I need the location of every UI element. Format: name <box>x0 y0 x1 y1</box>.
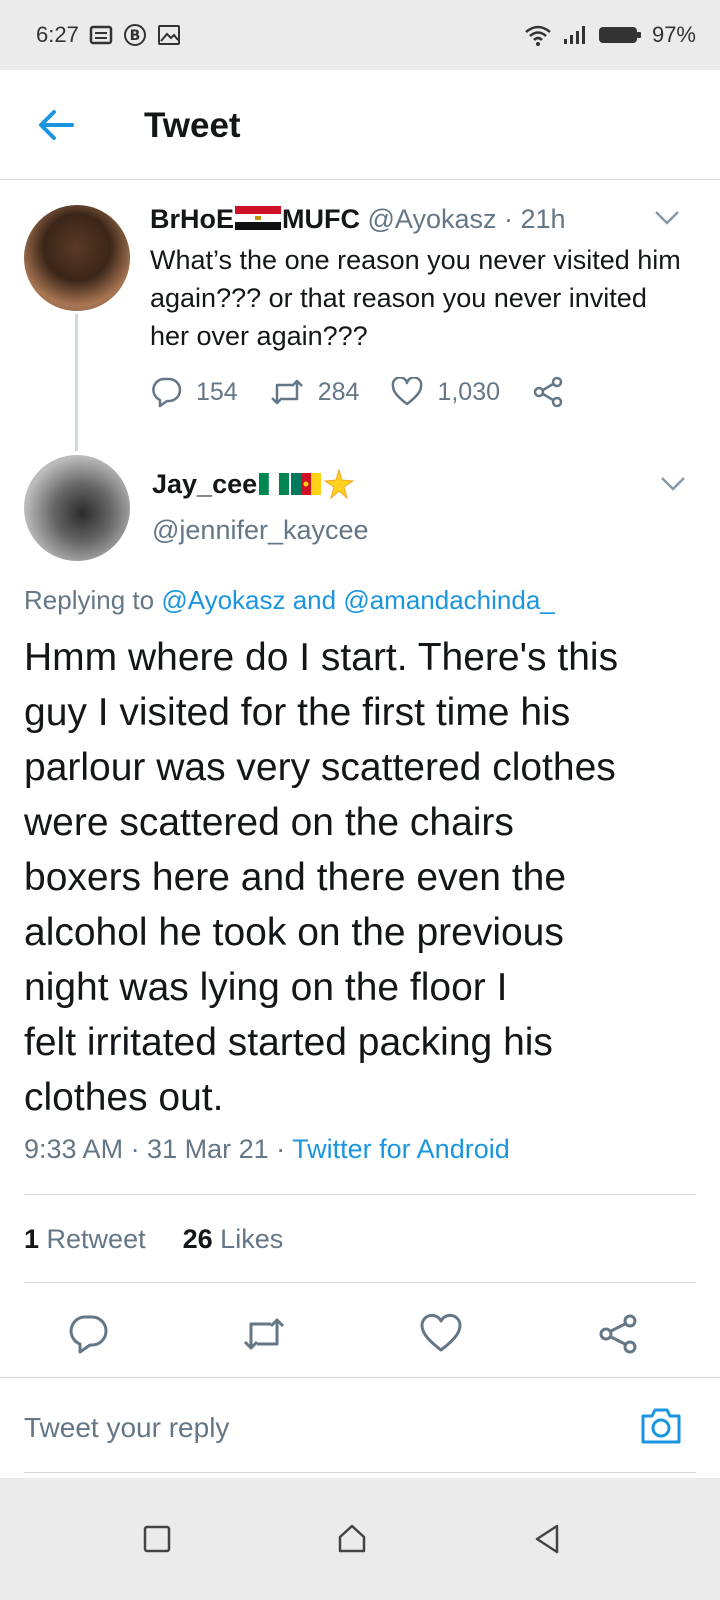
tweet-timestamp: 9:33 AM · 31 Mar 21 · <box>24 1134 293 1164</box>
tweet-text-line: clothes out. <box>24 1076 224 1119</box>
wifi-icon <box>525 25 551 46</box>
parent-tweet-header: BrHoE MUFC @Ayokasz · 21h <box>150 204 566 235</box>
user-name[interactable]: BrHoE MUFC <box>150 204 360 234</box>
b-circle-icon: B <box>123 24 146 46</box>
image-icon <box>157 25 180 45</box>
avatar[interactable] <box>24 205 130 311</box>
share-button[interactable] <box>532 376 564 408</box>
tweet-text-line: Hmm where do I start. There's this <box>24 636 619 679</box>
svg-text:B: B <box>129 28 140 44</box>
tweet-text-line: guy I visited for the first time his <box>24 691 571 734</box>
signal-icon <box>563 26 585 44</box>
tweet-stats: 1 Retweet 26 Likes <box>24 1224 283 1255</box>
tweet-text-line: felt irritated started packing his <box>24 1021 553 1064</box>
divider <box>24 1282 696 1283</box>
nigeria-flag-icon <box>259 472 290 496</box>
reply-icon <box>152 377 182 408</box>
heart-icon[interactable] <box>419 1312 463 1356</box>
avatar[interactable] <box>24 455 130 561</box>
tweet-text-line: alcohol he took on the previous <box>24 911 564 954</box>
egypt-flag-icon <box>235 206 282 230</box>
reply-count: 154 <box>196 377 238 406</box>
tweet-actions <box>0 1300 720 1370</box>
recent-apps-icon[interactable] <box>140 1522 174 1556</box>
retweet-icon[interactable] <box>242 1312 286 1356</box>
like-button[interactable]: 1,030 <box>391 377 500 407</box>
status-time: 6:27 <box>36 22 79 47</box>
reply-icon[interactable] <box>66 1312 110 1356</box>
back-arrow-icon[interactable] <box>36 108 76 142</box>
retweet-button[interactable]: 284 <box>270 377 360 407</box>
heart-icon <box>392 377 423 406</box>
system-nav-bar <box>0 1478 720 1600</box>
replying-to: Replying to @Ayokasz and @amandachinda_ <box>24 585 555 615</box>
retweet-count: 284 <box>317 377 360 406</box>
retweet-icon <box>270 379 303 405</box>
tweet-text-line: parlour was very scattered clothes <box>24 746 616 789</box>
battery-icon <box>598 27 641 43</box>
reply-input[interactable] <box>24 1412 584 1444</box>
tweet-source-link[interactable]: Twitter for Android <box>292 1134 510 1164</box>
tweet-text: Hmm where do I start. There's this guy I… <box>24 630 696 1125</box>
reply-button[interactable]: 154 <box>150 376 238 408</box>
likes-stat[interactable]: 26 Likes <box>183 1224 284 1254</box>
header: Tweet <box>0 70 720 180</box>
chevron-down-icon[interactable] <box>654 210 680 226</box>
status-bar: 6:27 B 97% <box>0 0 720 70</box>
back-icon[interactable] <box>530 1522 564 1556</box>
parent-tweet-actions: 154 284 1,030 <box>150 372 596 412</box>
share-icon <box>533 376 563 408</box>
user-name[interactable]: Jay_cee <box>152 468 355 500</box>
divider <box>24 1472 696 1473</box>
tweet-text-line: were scattered on the chairs <box>24 801 514 844</box>
home-icon[interactable] <box>335 1522 369 1556</box>
notes-icon <box>89 25 113 45</box>
page-title: Tweet <box>144 106 241 145</box>
like-count: 1,030 <box>437 377 500 406</box>
tweet-meta: 9:33 AM · 31 Mar 21 · Twitter for Androi… <box>24 1134 510 1165</box>
battery-percent: 97% <box>651 22 696 47</box>
share-icon[interactable] <box>596 1312 640 1356</box>
thread-connector <box>75 314 78 451</box>
user-handle[interactable]: @jennifer_kaycee <box>152 515 369 546</box>
tweet-text-line: night was lying on the floor I <box>24 966 508 1009</box>
replying-to-users-link[interactable]: @Ayokasz and @amandachinda_ <box>161 585 554 615</box>
cameroon-flag-icon <box>291 473 322 495</box>
sparkle-star-icon <box>323 468 355 500</box>
parent-tweet-text: What’s the one reason you never visited … <box>150 245 681 351</box>
retweet-stat[interactable]: 1 Retweet <box>24 1224 146 1254</box>
divider <box>24 1194 696 1195</box>
chevron-down-icon[interactable] <box>660 476 686 492</box>
user-handle-time: @Ayokasz · 21h <box>367 204 566 234</box>
tweet-text-line: boxers here and there even the <box>24 856 567 899</box>
camera-icon[interactable] <box>639 1406 683 1446</box>
